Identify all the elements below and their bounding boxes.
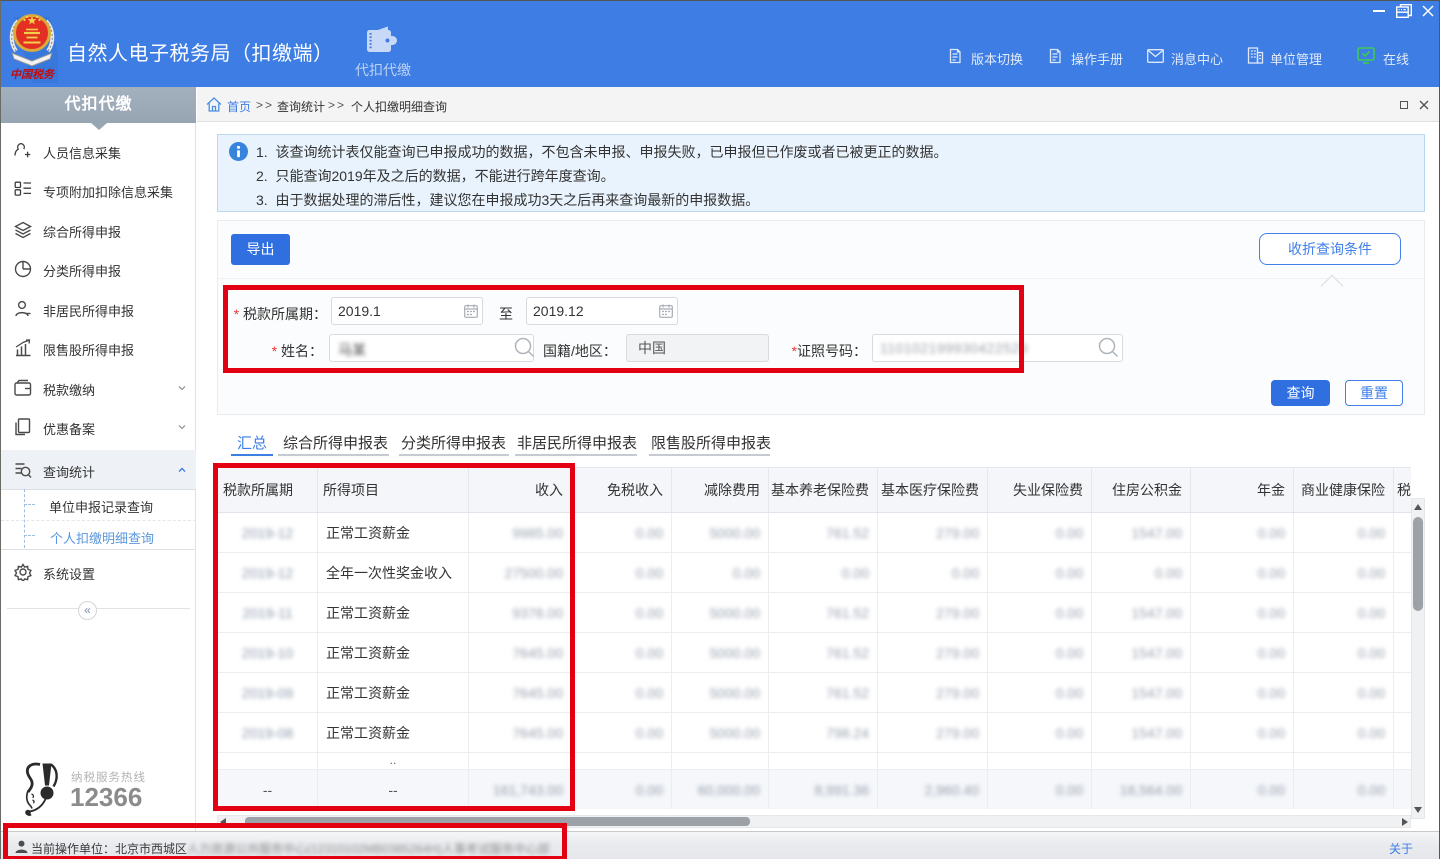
svg-text:中国税务: 中国税务 <box>10 68 56 81</box>
